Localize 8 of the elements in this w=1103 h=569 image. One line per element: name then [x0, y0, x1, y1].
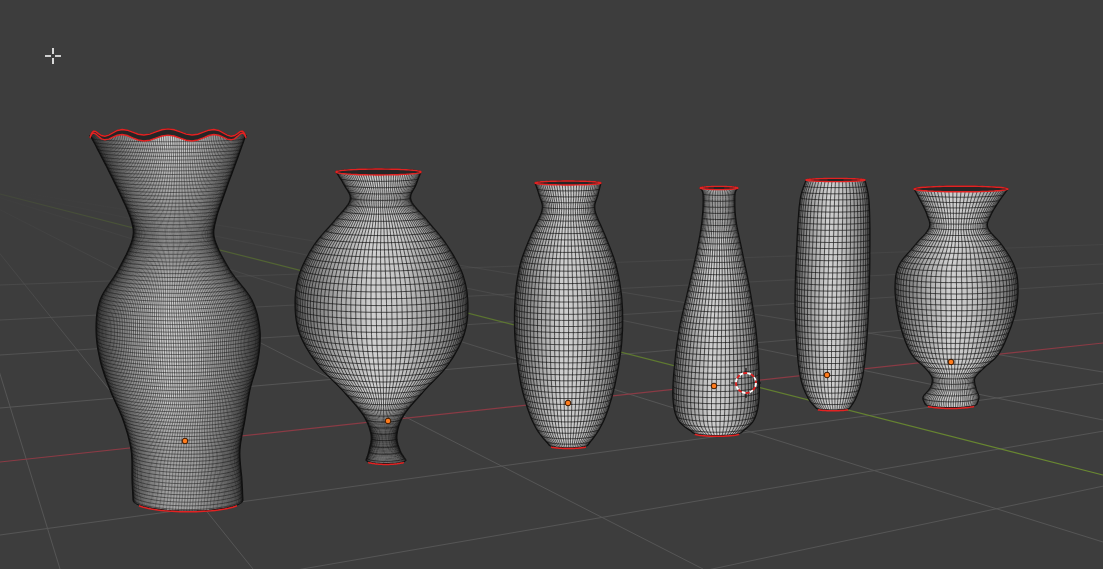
origin-dot-icon — [823, 371, 831, 379]
crosshair-icon — [44, 47, 62, 65]
origin-dot-icon — [947, 358, 955, 366]
origin-dot-icon — [384, 417, 392, 425]
origin-dot-icon — [564, 399, 572, 407]
origin-dot-icon — [710, 382, 718, 390]
origin-dot-icon — [181, 437, 189, 445]
cursor-ring-icon — [730, 367, 762, 399]
